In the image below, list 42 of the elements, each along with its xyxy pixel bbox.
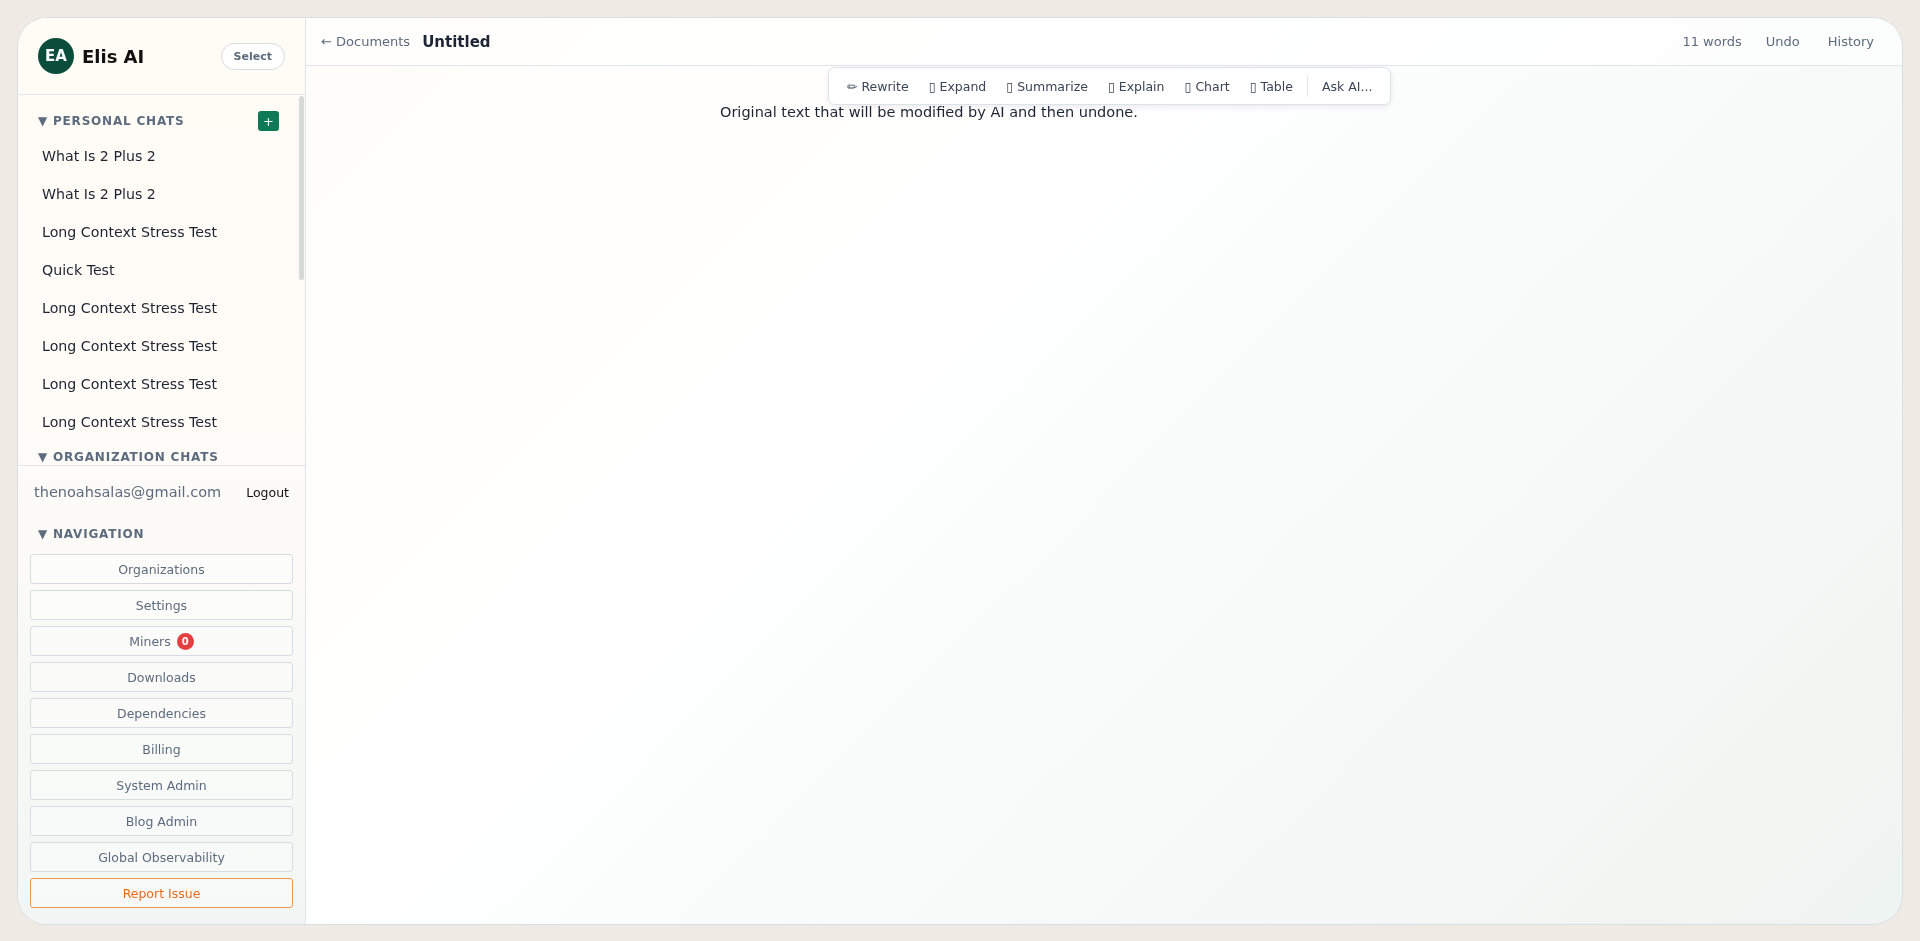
ai-action-button[interactable]: ▯ Table xyxy=(1239,78,1303,94)
nav-button[interactable]: Blog Admin xyxy=(30,806,293,836)
nav-button[interactable]: System Admin xyxy=(30,770,293,800)
undo-button[interactable]: Undo xyxy=(1761,34,1804,49)
section-header[interactable]: ▼ ORGANIZATION CHATS xyxy=(38,450,219,464)
chat-item[interactable]: Quick Test xyxy=(38,251,279,289)
chat-item[interactable]: Long Context Stress Test xyxy=(38,213,279,251)
section-header[interactable]: ▼ PERSONAL CHATS xyxy=(38,114,185,128)
nav-button[interactable]: Organizations xyxy=(30,554,293,584)
nav-button[interactable]: Miners 0 xyxy=(30,626,293,656)
chat-item[interactable]: What Is 2 Plus 2 xyxy=(38,175,279,213)
history-button[interactable]: History xyxy=(1823,34,1878,49)
ai-action-button[interactable]: ▯ Chart xyxy=(1174,78,1240,94)
nav-button[interactable]: Settings xyxy=(30,590,293,620)
select-button[interactable]: Select xyxy=(220,42,285,70)
word-count: 11 words xyxy=(1682,34,1742,49)
user-email: thenoahsalas@gmail.com xyxy=(34,484,222,500)
logout-button[interactable]: Logout xyxy=(246,484,289,500)
nav-button[interactable]: Global Observability xyxy=(30,842,293,872)
section-header[interactable]: ▼ NAVIGATION xyxy=(38,527,145,541)
nav-button[interactable]: Report Issue xyxy=(30,878,293,908)
chat-item[interactable]: Long Context Stress Test xyxy=(38,365,279,403)
ai-action-button[interactable]: ✏ Rewrite xyxy=(837,78,919,94)
chat-item[interactable]: Long Context Stress Test xyxy=(38,289,279,327)
ai-action-button[interactable]: ▯ Summarize xyxy=(996,78,1098,94)
nav-button[interactable]: Dependencies xyxy=(30,698,293,728)
avatar: EA xyxy=(38,38,74,74)
nav-button[interactable]: Billing xyxy=(30,734,293,764)
ask-ai-button[interactable]: Ask AI... xyxy=(1311,78,1383,94)
brand-name: Elis AI xyxy=(82,45,145,67)
chat-item[interactable]: Long Context Stress Test xyxy=(38,403,279,441)
back-link[interactable]: ← Documents xyxy=(321,34,411,49)
scrollbar-thumb[interactable] xyxy=(299,96,304,280)
count-badge: 0 xyxy=(176,632,194,650)
ai-action-button[interactable]: ▯ Explain xyxy=(1097,78,1175,94)
document-title: Untitled xyxy=(422,32,491,51)
ai-action-button[interactable]: ▯ Expand xyxy=(918,78,997,94)
chat-item[interactable]: What Is 2 Plus 2 xyxy=(38,137,279,175)
nav-button[interactable]: Downloads xyxy=(30,662,293,692)
chat-item[interactable]: Long Context Stress Test xyxy=(38,327,279,365)
new-chat-button[interactable]: + xyxy=(258,111,279,131)
document-text: Original text that will be modified by AI and then undone. xyxy=(720,104,1138,120)
